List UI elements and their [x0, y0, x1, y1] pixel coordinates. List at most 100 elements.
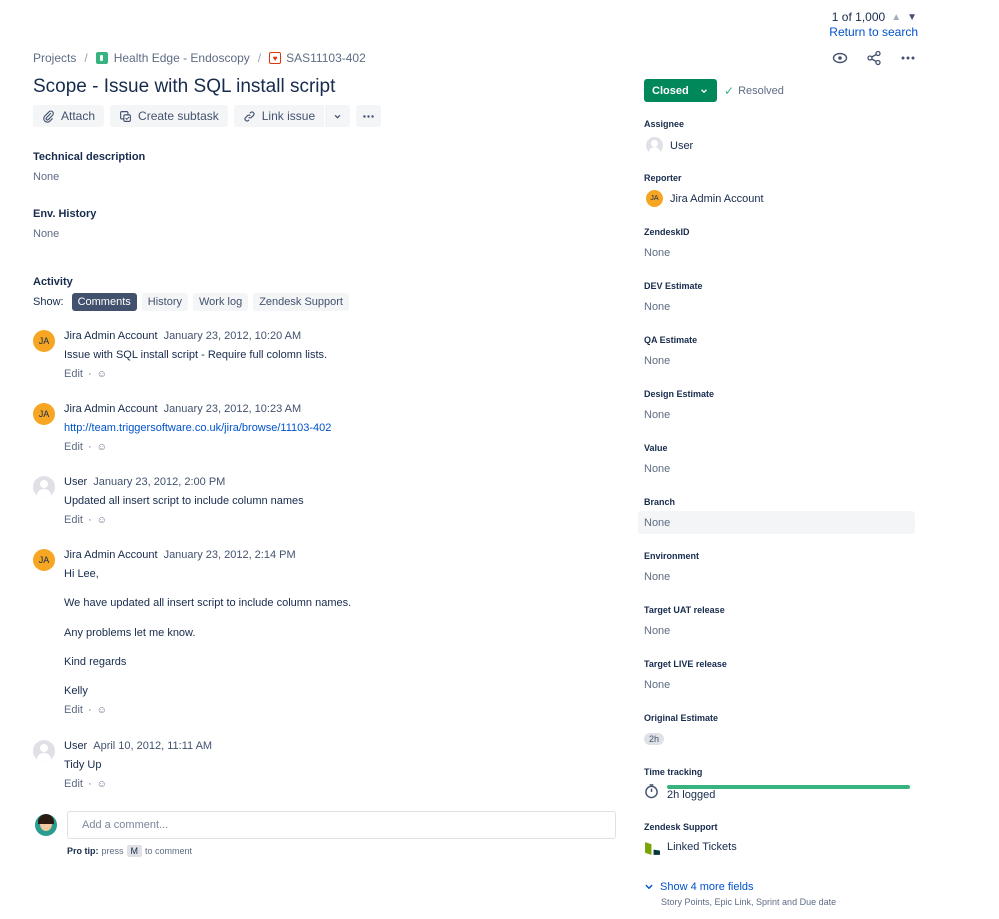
link-issue-button[interactable]: Link issue: [233, 105, 325, 127]
comment-date[interactable]: April 10, 2012, 11:11 AM: [93, 740, 212, 752]
avatar[interactable]: [33, 476, 55, 498]
linked-tickets-link[interactable]: Linked Tickets: [667, 841, 737, 853]
avatar[interactable]: [33, 740, 55, 762]
emoji-reaction-icon[interactable]: ☺: [97, 705, 107, 716]
link-issue-dropdown[interactable]: [325, 105, 351, 127]
edit-button[interactable]: Edit: [64, 441, 83, 453]
share-icon[interactable]: [865, 49, 883, 67]
breadcrumb: Projects / Health Edge - Endoscopy / ♥ S…: [33, 51, 366, 65]
zendesk-support-label: Zendesk Support: [644, 822, 718, 832]
branch-field-hover[interactable]: [638, 511, 915, 534]
comment-author[interactable]: Jira Admin Account: [64, 549, 158, 561]
comment: JA Jira Admin Account January 23, 2012, 2…: [33, 549, 351, 716]
original-estimate-value[interactable]: 2h: [644, 733, 665, 745]
more-actions-button[interactable]: [356, 105, 382, 127]
env-history-value[interactable]: None: [33, 228, 59, 240]
chevron-up-icon[interactable]: ▲: [891, 12, 901, 23]
comment-actions: Edit · ☺: [64, 704, 107, 716]
avatar[interactable]: JA: [33, 549, 55, 571]
value-label: Value: [644, 443, 668, 453]
dev-estimate-value[interactable]: None: [644, 301, 670, 313]
reporter-label: Reporter: [644, 173, 682, 183]
return-to-search-link[interactable]: Return to search: [829, 25, 918, 39]
check-icon: ✓: [724, 84, 735, 98]
chevron-down-icon[interactable]: ▼: [907, 12, 917, 23]
assignee-field[interactable]: User: [646, 137, 693, 154]
edit-button[interactable]: Edit: [64, 514, 83, 526]
tab-comments[interactable]: Comments: [71, 293, 137, 311]
eye-icon[interactable]: [831, 49, 849, 67]
breadcrumb-separator: /: [84, 51, 88, 65]
add-comment-placeholder: Add a comment...: [82, 819, 169, 831]
breadcrumb-projects[interactable]: Projects: [33, 51, 76, 65]
comment-body-line: Any problems let me know.: [64, 627, 196, 639]
comment-header: User April 10, 2012, 11:11 AM: [64, 740, 212, 752]
comment-body-line: We have updated all insert script to inc…: [64, 597, 352, 609]
attach-button[interactable]: Attach: [33, 105, 105, 127]
avatar[interactable]: JA: [33, 330, 55, 352]
edit-button[interactable]: Edit: [64, 368, 83, 380]
comment: JA Jira Admin Account January 23, 2012, 1…: [33, 403, 331, 453]
comment-author[interactable]: User: [64, 740, 87, 752]
edit-button[interactable]: Edit: [64, 778, 83, 790]
tab-work-log[interactable]: Work log: [193, 293, 249, 311]
chevron-down-icon: [334, 114, 341, 119]
issue-pager: 1 of 1,000 ▲ ▼: [832, 10, 917, 24]
edit-button[interactable]: Edit: [64, 704, 83, 716]
comment-body-line: Kelly: [64, 685, 88, 697]
dot-separator: ·: [87, 368, 92, 380]
emoji-reaction-icon[interactable]: ☺: [97, 779, 107, 790]
resolution-indicator: ✓ Resolved: [724, 84, 784, 98]
technical-description-label: Technical description: [33, 151, 146, 163]
reporter-field[interactable]: JA Jira Admin Account: [646, 190, 764, 207]
assignee-label: Assignee: [644, 119, 685, 129]
comment-date[interactable]: January 23, 2012, 2:14 PM: [164, 549, 296, 561]
emoji-reaction-icon[interactable]: ☺: [97, 369, 107, 380]
comment-body-line: Hi Lee,: [64, 568, 99, 580]
comment-date[interactable]: January 23, 2012, 2:00 PM: [93, 476, 225, 488]
comment-body: Issue with SQL install script - Require …: [64, 349, 328, 361]
activity-filter: Show: Comments History Work log Zendesk …: [33, 293, 349, 311]
comment-date[interactable]: January 23, 2012, 10:23 AM: [164, 403, 302, 415]
comment: User January 23, 2012, 2:00 PM Updated al…: [33, 476, 304, 526]
current-user-avatar[interactable]: [35, 814, 57, 836]
tab-zendesk-support[interactable]: Zendesk Support: [253, 293, 349, 311]
comment-link[interactable]: http://team.triggersoftware.co.uk/jira/b…: [64, 422, 331, 434]
comment-author[interactable]: Jira Admin Account: [64, 403, 158, 415]
technical-description-value[interactable]: None: [33, 171, 59, 183]
target-uat-value[interactable]: None: [644, 625, 670, 637]
branch-value[interactable]: None: [644, 517, 670, 529]
emoji-reaction-icon[interactable]: ☺: [97, 515, 107, 526]
create-subtask-label: Create subtask: [138, 109, 219, 123]
comment-author[interactable]: User: [64, 476, 87, 488]
show-more-fields-button[interactable]: Show 4 more fields: [644, 881, 754, 893]
comment-actions: Edit · ☺: [64, 778, 107, 790]
create-subtask-button[interactable]: Create subtask: [110, 105, 228, 127]
add-comment-input[interactable]: Add a comment...: [67, 811, 616, 839]
status-label: Closed: [652, 84, 689, 97]
breadcrumb-project[interactable]: Health Edge - Endoscopy: [114, 51, 250, 65]
issue-toolbar: Attach Create subtask Link issue: [33, 105, 382, 127]
value-value[interactable]: None: [644, 463, 670, 475]
chevron-down-icon: [645, 884, 653, 890]
target-live-value[interactable]: None: [644, 679, 670, 691]
comment-date[interactable]: January 23, 2012, 10:20 AM: [164, 330, 302, 342]
dot-separator: ·: [87, 441, 92, 453]
comment-author[interactable]: Jira Admin Account: [64, 330, 158, 342]
design-estimate-value[interactable]: None: [644, 409, 670, 421]
original-estimate-label: Original Estimate: [644, 713, 719, 723]
environment-value[interactable]: None: [644, 571, 670, 583]
qa-estimate-value[interactable]: None: [644, 355, 670, 367]
branch-label: Branch: [644, 497, 676, 507]
breadcrumb-issue-key[interactable]: SAS11103-402: [286, 51, 366, 65]
avatar[interactable]: JA: [33, 403, 55, 425]
target-live-label: Target LIVE release: [644, 659, 727, 669]
more-icon[interactable]: [899, 49, 917, 67]
time-tracking-value: 2h logged: [667, 789, 716, 801]
zendesk-id-value[interactable]: None: [644, 247, 670, 259]
stopwatch-icon: [644, 783, 659, 802]
tab-history[interactable]: History: [141, 293, 188, 311]
emoji-reaction-icon[interactable]: ☺: [97, 442, 107, 453]
status-button[interactable]: Closed: [644, 79, 717, 102]
env-history-label: Env. History: [33, 208, 97, 220]
